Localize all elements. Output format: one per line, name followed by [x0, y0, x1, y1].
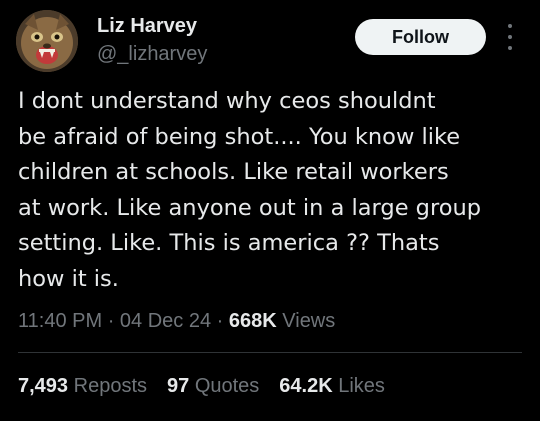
- divider: [18, 352, 522, 353]
- tweet-text-line: be afraid of being shot.... You know lik…: [18, 123, 461, 150]
- likes-stat[interactable]: 64.2K Likes: [279, 372, 385, 400]
- quotes-label: Quotes: [194, 375, 260, 397]
- more-dot: [508, 24, 512, 28]
- tweet-text-line: setting. Like. This is america ?? Thats: [18, 230, 440, 256]
- cat-avatar-icon: [16, 10, 78, 72]
- avatar[interactable]: [16, 10, 78, 72]
- quotes-stat[interactable]: 97 Quotes: [167, 372, 259, 400]
- more-vertical-icon[interactable]: [503, 24, 517, 50]
- views-label: Views: [282, 310, 336, 332]
- author-display-name[interactable]: Liz Harvey: [97, 14, 197, 38]
- tweet-text-line: I dont understand why ceos shouldnt: [18, 88, 436, 114]
- tweet-text-line: how it is.: [18, 265, 119, 292]
- meta-separator: ·: [107, 310, 115, 332]
- quotes-count: 97: [167, 375, 190, 397]
- reposts-count: 7,493: [18, 375, 69, 397]
- tweet-text: I dont understand why ceos shouldnt be a…: [18, 84, 530, 297]
- more-dot: [508, 35, 512, 39]
- tweet-meta: 11:40 PM · 04 Dec 24 · 668K Views: [18, 307, 335, 335]
- views-count: 668K: [228, 310, 277, 332]
- engagement-stats: 7,493 Reposts 97 Quotes 64.2K Likes: [18, 372, 385, 400]
- reposts-stat[interactable]: 7,493 Reposts: [18, 372, 147, 400]
- more-dot: [508, 46, 512, 50]
- follow-button[interactable]: Follow: [355, 19, 486, 55]
- likes-count: 64.2K: [279, 375, 333, 397]
- likes-label: Likes: [338, 375, 385, 397]
- reposts-label: Reposts: [73, 375, 147, 397]
- tweet-time[interactable]: 11:40 PM: [18, 310, 102, 332]
- tweet-card: Liz Harvey @_lizharvey Follow I dont und…: [0, 0, 540, 421]
- tweet-date[interactable]: 04 Dec 24: [120, 310, 211, 332]
- meta-separator: ·: [216, 310, 224, 332]
- tweet-text-line: children at schools. Like retail workers: [18, 159, 449, 185]
- author-handle[interactable]: @_lizharvey: [97, 42, 207, 66]
- tweet-text-line: at work. Like anyone out in a large grou…: [18, 194, 482, 221]
